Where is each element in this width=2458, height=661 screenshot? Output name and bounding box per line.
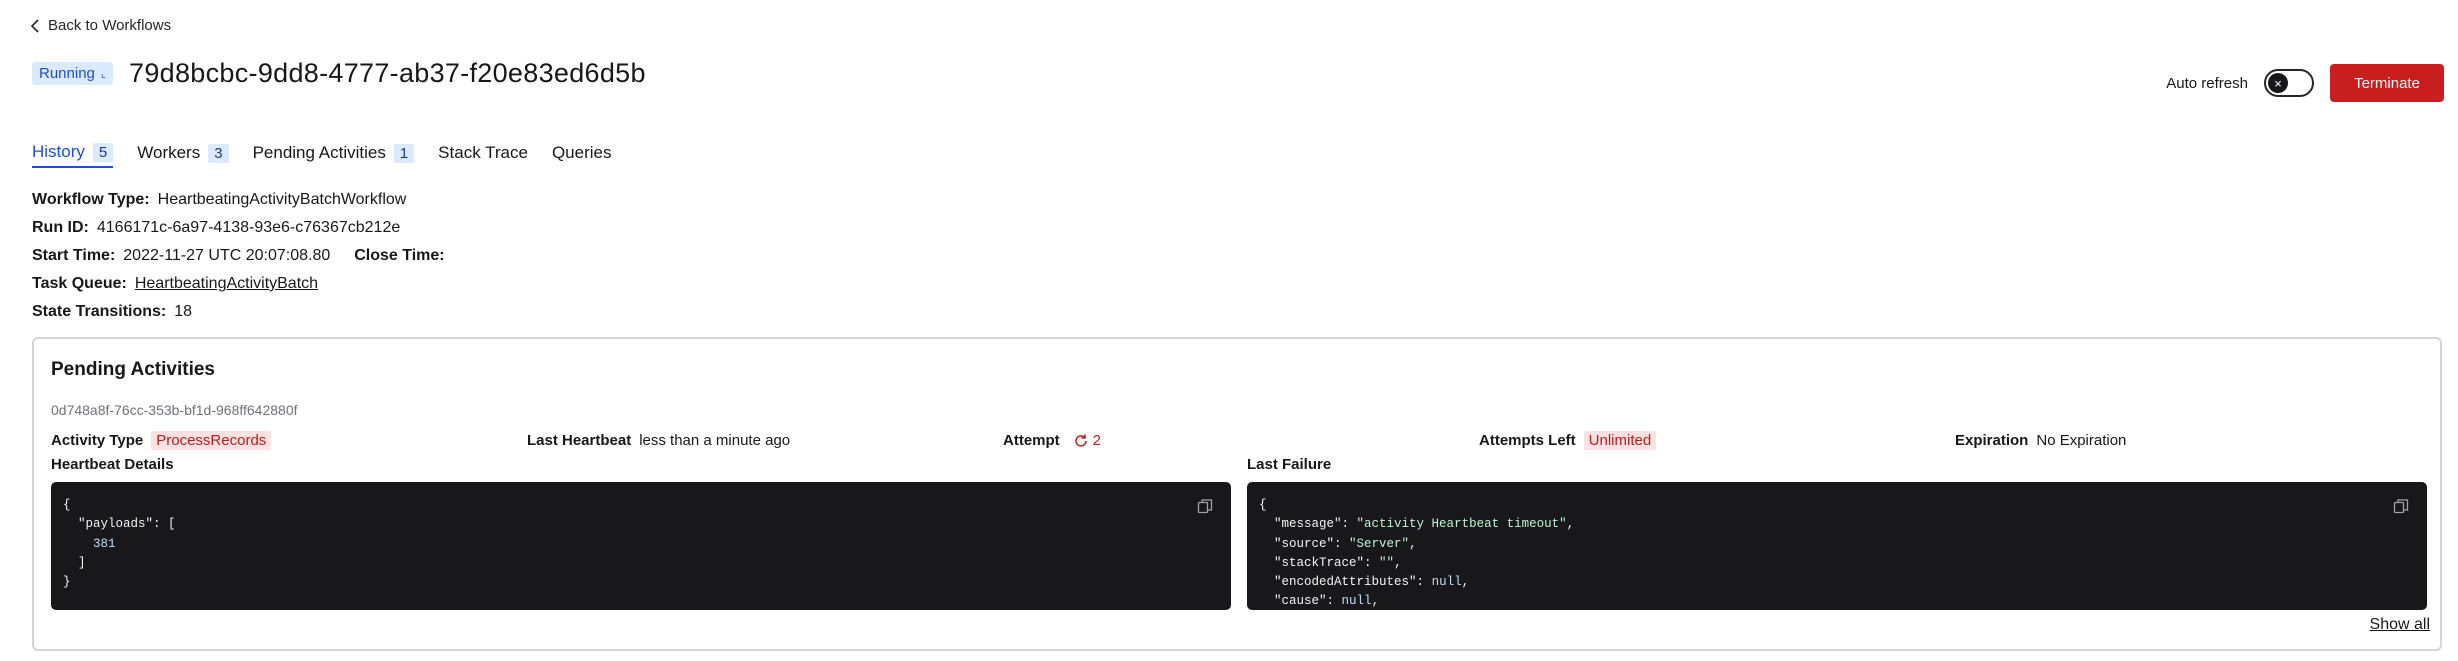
heartbeat-details-label: Heartbeat Details	[51, 456, 174, 473]
run-id-label: Run ID:	[32, 219, 89, 236]
attempts-left-label: Attempts Left	[1479, 432, 1576, 449]
tab-count: 3	[208, 143, 229, 163]
panel-title: Pending Activities	[51, 359, 215, 380]
tab-label: Stack Trace	[438, 143, 528, 162]
state-transitions-value: 18	[174, 303, 193, 320]
code-bracket: ]	[78, 555, 86, 570]
activity-type-badge: ProcessRecords	[151, 431, 272, 450]
code-key: "source"	[1274, 536, 1335, 551]
copy-icon[interactable]	[2393, 498, 2409, 514]
tab-label: Queries	[551, 143, 612, 162]
tab-history[interactable]: History 5	[32, 142, 114, 168]
attempt-label: Attempt	[1003, 432, 1060, 449]
last-heartbeat-cell: Last Heartbeat less than a minute ago	[527, 431, 1003, 450]
code-brace: }	[63, 575, 71, 590]
activity-summary-row: Activity Type ProcessRecords Last Heartb…	[51, 431, 2431, 450]
code-key: "message"	[1274, 517, 1342, 532]
last-failure-code-block[interactable]: { "message": "activity Heartbeat timeout…	[1247, 482, 2427, 610]
back-to-workflows-link[interactable]: Back to Workflows	[30, 17, 171, 34]
terminate-button[interactable]: Terminate	[2330, 64, 2444, 102]
code-null: null	[1431, 575, 1462, 590]
workflow-type-row: Workflow Type: HeartbeatingActivityBatch…	[32, 186, 445, 214]
code-key: "payloads"	[78, 517, 154, 532]
retry-icon	[1074, 434, 1087, 447]
activity-type-cell: Activity Type ProcessRecords	[51, 431, 527, 450]
code-string: "activity Heartbeat timeout"	[1356, 517, 1567, 532]
code-string: ""	[1379, 555, 1395, 570]
chevron-left-icon	[30, 18, 39, 33]
workflow-header: Running ⌞ 79d8bcbc-9dd8-4777-ab37-f20e83…	[32, 58, 646, 89]
close-icon: ×	[2268, 73, 2288, 93]
attempt-badge: 2	[1068, 431, 1106, 450]
task-queue-label: Task Queue:	[32, 275, 127, 292]
attempts-left-cell: Attempts Left Unlimited	[1479, 431, 1955, 450]
close-time-label: Close Time:	[354, 247, 445, 264]
pending-activities-panel: Pending Activities 0d748a8f-76cc-353b-bf…	[32, 337, 2442, 651]
code-null: null	[1341, 594, 1372, 609]
run-id-row: Run ID: 4166171c-6a97-4138-93e6-c76367cb…	[32, 214, 445, 242]
state-transitions-label: State Transitions:	[32, 303, 167, 320]
header-actions: Auto refresh × Terminate	[2166, 64, 2444, 102]
code-string: "Server"	[1349, 536, 1410, 551]
workflow-type-label: Workflow Type:	[32, 191, 150, 208]
running-icon: ⌞	[100, 68, 107, 80]
last-failure-label: Last Failure	[1247, 456, 1332, 473]
tab-bar: History 5 Workers 3 Pending Activities 1…	[32, 142, 611, 168]
start-time-value: 2022-11-27 UTC 20:07:08.80	[123, 247, 331, 264]
run-id-value: 4166171c-6a97-4138-93e6-c76367cb212e	[96, 219, 401, 236]
attempt-value: 2	[1092, 432, 1102, 449]
tab-count: 1	[393, 143, 415, 163]
auto-refresh-label: Auto refresh	[2166, 74, 2248, 92]
code-number: 381	[93, 536, 116, 551]
activity-type-label: Activity Type	[51, 432, 144, 449]
last-heartbeat-label: Last Heartbeat	[527, 432, 632, 449]
code-key: "stackTrace"	[1274, 555, 1365, 570]
tab-count: 5	[92, 142, 114, 162]
tab-workers[interactable]: Workers 3	[137, 142, 229, 168]
time-row: Start Time: 2022-11-27 UTC 20:07:08.80 C…	[32, 242, 445, 270]
workflow-details: Workflow Type: HeartbeatingActivityBatch…	[32, 186, 445, 326]
show-all-link[interactable]: Show all	[2370, 616, 2430, 634]
tab-label: Workers	[137, 143, 201, 162]
copy-icon[interactable]	[1197, 498, 1213, 514]
code-key: "cause"	[1274, 594, 1327, 609]
expiration-label: Expiration	[1955, 432, 2029, 449]
last-heartbeat-value: less than a minute ago	[639, 432, 791, 449]
tab-label: Pending Activities	[252, 143, 386, 162]
tab-label: History	[32, 142, 85, 161]
auto-refresh-toggle[interactable]: ×	[2264, 69, 2314, 97]
expiration-value: No Expiration	[2036, 432, 2127, 449]
task-queue-row: Task Queue: HeartbeatingActivityBatch	[32, 270, 445, 298]
tab-queries[interactable]: Queries	[552, 142, 612, 168]
code-brace: {	[1259, 498, 1267, 512]
status-label: Running	[39, 65, 95, 82]
tab-stack-trace[interactable]: Stack Trace	[438, 142, 528, 168]
status-badge: Running ⌞	[32, 62, 114, 85]
activity-id: 0d748a8f-76cc-353b-bf1d-968ff642880f	[51, 402, 298, 418]
start-time-label: Start Time:	[32, 247, 116, 264]
code-brace: {	[63, 498, 71, 512]
heartbeat-code-block[interactable]: { "payloads": [ 381 ] }	[51, 482, 1231, 610]
attempts-left-badge: Unlimited	[1583, 431, 1657, 450]
expiration-cell: Expiration No Expiration	[1955, 431, 2431, 450]
page-title: 79d8bcbc-9dd8-4777-ab37-f20e83ed6d5b	[129, 58, 646, 88]
workflow-type-value: HeartbeatingActivityBatchWorkflow	[157, 191, 407, 208]
code-key: "encodedAttributes"	[1274, 575, 1417, 590]
state-transitions-row: State Transitions: 18	[32, 298, 445, 326]
attempt-cell: Attempt 2	[1003, 431, 1479, 450]
back-link-label: Back to Workflows	[48, 17, 172, 34]
code-bracket: [	[168, 517, 176, 532]
tab-pending-activities[interactable]: Pending Activities 1	[253, 142, 415, 168]
task-queue-link[interactable]: HeartbeatingActivityBatch	[135, 270, 318, 298]
